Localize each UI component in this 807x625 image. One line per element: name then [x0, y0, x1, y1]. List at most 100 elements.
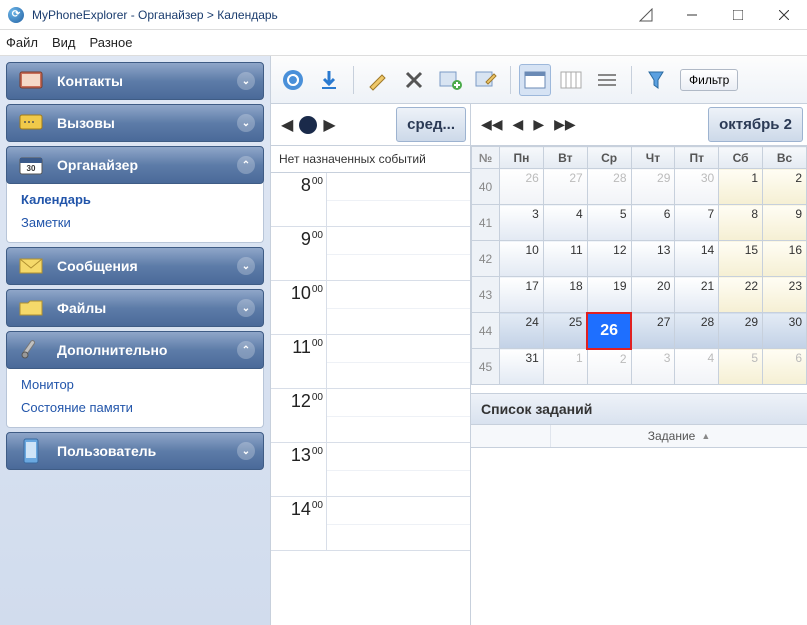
calendar-day[interactable]: 3 — [500, 205, 544, 241]
calendar-day[interactable]: 15 — [719, 241, 763, 277]
calendar-day[interactable]: 6 — [631, 205, 675, 241]
close-button[interactable] — [761, 0, 807, 30]
nav-messages-label: Сообщения — [57, 258, 138, 274]
hour-row[interactable]: 1300 — [271, 443, 470, 497]
calendar-day[interactable]: 9 — [763, 205, 807, 241]
filter-icon[interactable] — [640, 64, 672, 96]
hour-row[interactable]: 1100 — [271, 335, 470, 389]
calendar-day[interactable]: 22 — [719, 277, 763, 313]
calendar-day[interactable]: 29 — [631, 169, 675, 205]
calendar-day[interactable]: 7 — [675, 205, 719, 241]
calendar-day[interactable]: 5 — [719, 349, 763, 385]
hour-slot[interactable] — [327, 335, 470, 388]
hour-row[interactable]: 900 — [271, 227, 470, 281]
nav-advanced[interactable]: Дополнительно ⌃ — [6, 331, 264, 369]
calendar-day[interactable]: 3 — [631, 349, 675, 385]
day-today-button[interactable] — [299, 116, 317, 134]
calendar-day[interactable]: 6 — [763, 349, 807, 385]
hour-slot[interactable] — [327, 497, 470, 550]
minimize-button[interactable] — [669, 0, 715, 30]
sidebar-item-calendar[interactable]: Календарь — [21, 188, 249, 211]
calendar-day[interactable]: 16 — [763, 241, 807, 277]
download-button[interactable] — [313, 64, 345, 96]
hour-row[interactable]: 800 — [271, 173, 470, 227]
calendar-day[interactable]: 25 — [543, 313, 587, 349]
nav-organizer[interactable]: 30 Органайзер ⌃ — [6, 146, 264, 184]
sidebar-item-monitor[interactable]: Монитор — [21, 373, 249, 396]
nav-contacts[interactable]: Контакты ⌄ — [6, 62, 264, 100]
delete-button[interactable] — [398, 64, 430, 96]
hour-slot[interactable] — [327, 227, 470, 280]
day-next-button[interactable]: ▶ — [323, 115, 335, 135]
maximize-button[interactable] — [715, 0, 761, 30]
calendar-day[interactable]: 26 — [587, 313, 631, 349]
sidebar-item-notes[interactable]: Заметки — [21, 211, 249, 234]
calendar-day[interactable]: 1 — [719, 169, 763, 205]
filter-button[interactable]: Фильтр — [680, 69, 738, 91]
hour-row[interactable]: 1000 — [271, 281, 470, 335]
hour-slot[interactable] — [327, 389, 470, 442]
calendar-day[interactable]: 11 — [543, 241, 587, 277]
calendar-day[interactable]: 21 — [675, 277, 719, 313]
nav-files[interactable]: Файлы ⌄ — [6, 289, 264, 327]
add-user-button[interactable] — [434, 64, 466, 96]
calendar-day[interactable]: 13 — [631, 241, 675, 277]
calendar-day[interactable]: 31 — [500, 349, 544, 385]
calendar-day[interactable]: 28 — [587, 169, 631, 205]
calendar-day[interactable]: 28 — [675, 313, 719, 349]
calendar-day[interactable]: 10 — [500, 241, 544, 277]
menu-view[interactable]: Вид — [52, 35, 76, 50]
calendar-day[interactable]: 8 — [719, 205, 763, 241]
calendar-day[interactable]: 19 — [587, 277, 631, 313]
month-first-button[interactable]: ◀◀ — [481, 116, 503, 133]
hour-row[interactable]: 1200 — [271, 389, 470, 443]
menu-misc[interactable]: Разное — [90, 35, 133, 50]
calendar-day[interactable]: 4 — [675, 349, 719, 385]
nav-user[interactable]: Пользователь ⌄ — [6, 432, 264, 470]
calendar-day[interactable]: 27 — [631, 313, 675, 349]
month-last-button[interactable]: ▶▶ — [554, 116, 576, 133]
calendar-day[interactable]: 29 — [719, 313, 763, 349]
calendar-day[interactable]: 2 — [763, 169, 807, 205]
nav-calls-label: Вызовы — [57, 115, 115, 131]
hour-slot[interactable] — [327, 173, 470, 226]
hour-row[interactable]: 1400 — [271, 497, 470, 551]
calendar-day[interactable]: 4 — [543, 205, 587, 241]
calendar-day[interactable]: 12 — [587, 241, 631, 277]
calendar-day[interactable]: 18 — [543, 277, 587, 313]
menubar: Файл Вид Разное — [0, 30, 807, 56]
tasks-col-name[interactable]: Задание▲ — [551, 425, 807, 447]
calendar-day[interactable]: 5 — [587, 205, 631, 241]
hours-list[interactable]: 80090010001100120013001400 — [271, 173, 470, 625]
sidebar-item-memory[interactable]: Состояние памяти — [21, 396, 249, 419]
listview-button[interactable] — [591, 64, 623, 96]
tasks-col-check[interactable] — [471, 425, 551, 447]
calendar-day[interactable]: 14 — [675, 241, 719, 277]
dayview-button[interactable] — [519, 64, 551, 96]
nav-calls[interactable]: Вызовы ⌄ — [6, 104, 264, 142]
nav-messages[interactable]: Сообщения ⌄ — [6, 247, 264, 285]
hour-slot[interactable] — [327, 443, 470, 496]
day-prev-button[interactable]: ◀ — [281, 115, 293, 135]
edit-event-button[interactable] — [470, 64, 502, 96]
calendar-day[interactable]: 26 — [500, 169, 544, 205]
calendar-day[interactable]: 27 — [543, 169, 587, 205]
calendar-day[interactable]: 23 — [763, 277, 807, 313]
calendar-day[interactable]: 30 — [763, 313, 807, 349]
calendar-day[interactable]: 20 — [631, 277, 675, 313]
month-prev-button[interactable]: ◀ — [513, 116, 524, 133]
calendar-day[interactable]: 2 — [587, 349, 631, 385]
tasks-body[interactable] — [471, 448, 807, 543]
menu-file[interactable]: Файл — [6, 35, 38, 50]
day-label[interactable]: сред... — [396, 107, 466, 142]
weekview-button[interactable] — [555, 64, 587, 96]
month-next-button[interactable]: ▶ — [533, 116, 544, 133]
calendar-day[interactable]: 24 — [500, 313, 544, 349]
new-button[interactable] — [362, 64, 394, 96]
hour-slot[interactable] — [327, 281, 470, 334]
calendar-day[interactable]: 17 — [500, 277, 544, 313]
month-label[interactable]: октябрь 2 — [708, 107, 803, 142]
sync-button[interactable] — [277, 64, 309, 96]
calendar-day[interactable]: 1 — [543, 349, 587, 385]
calendar-day[interactable]: 30 — [675, 169, 719, 205]
